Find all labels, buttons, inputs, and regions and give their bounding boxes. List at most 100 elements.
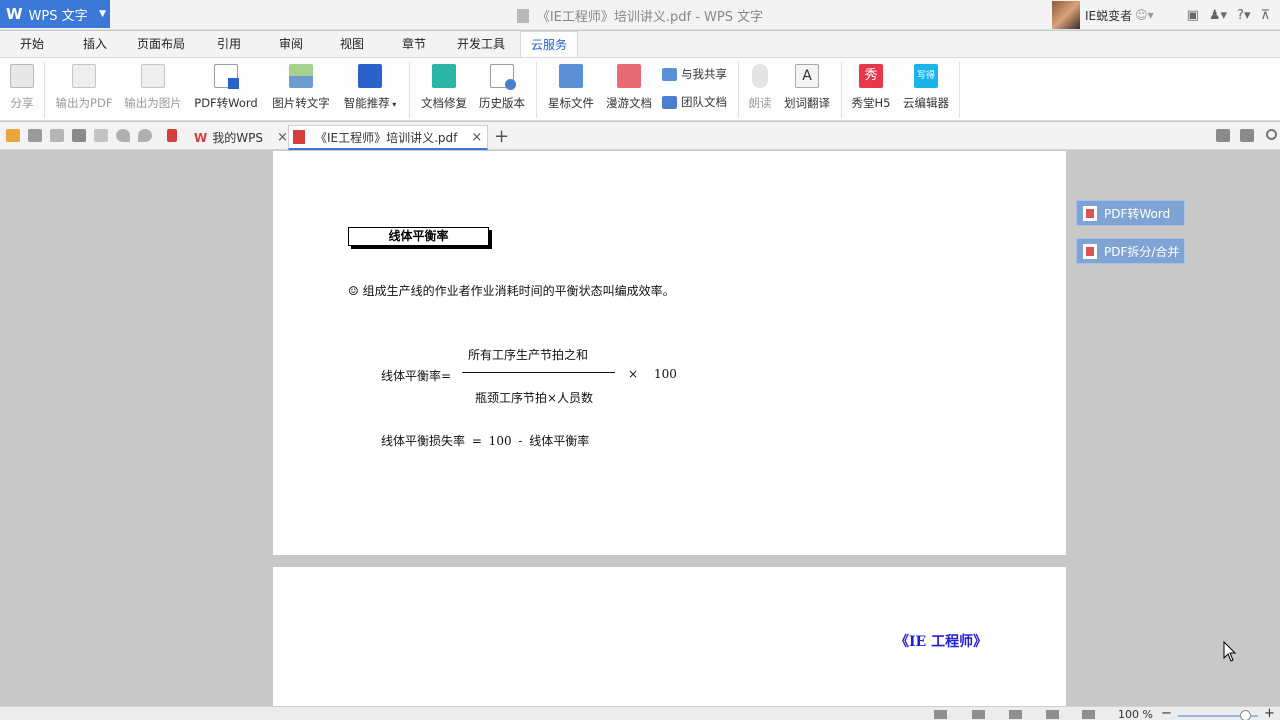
tab-developer[interactable]: 开发工具 — [457, 35, 505, 52]
close-icon[interactable]: × — [277, 130, 288, 145]
roaming-docs-label: 漫游文档 — [606, 96, 652, 110]
shared-with-me-label: 与我共享 — [681, 67, 727, 81]
user-name[interactable]: IE蜕变者 — [1085, 7, 1132, 24]
pdf-to-word-button[interactable]: PDF转Word — [192, 62, 260, 111]
image-to-text-button[interactable]: 图片转文字 — [270, 62, 332, 111]
tab-chapter[interactable]: 章节 — [402, 35, 426, 52]
zoom-slider-thumb[interactable] — [1240, 710, 1251, 720]
read-view-icon[interactable] — [972, 710, 985, 719]
tab-insert[interactable]: 插入 — [83, 35, 107, 52]
web-view-icon[interactable] — [1046, 710, 1059, 719]
export-pdf-icon — [72, 64, 96, 88]
tab-home[interactable]: 开始 — [20, 35, 44, 52]
starred-files-button[interactable]: 星标文件 — [546, 62, 596, 111]
share-label: 分享 — [10, 96, 34, 110]
share-icon — [10, 64, 34, 88]
export-icon[interactable] — [50, 129, 64, 142]
fraction-bar — [462, 372, 615, 373]
xiutang-h5-button[interactable]: 秀 秀堂H5 — [849, 62, 893, 111]
history-label: 历史版本 — [479, 96, 525, 110]
minimize-icon[interactable]: ⊼ — [1260, 8, 1270, 23]
shared-folder-icon — [662, 67, 677, 81]
shared-with-me-button[interactable]: 与我共享 — [662, 66, 727, 82]
doc-repair-label: 文档修复 — [421, 96, 467, 110]
customize-icon[interactable] — [167, 129, 177, 142]
tab-view[interactable]: 视图 — [340, 35, 364, 52]
image-to-text-icon — [289, 64, 313, 88]
tab-review[interactable]: 审阅 — [279, 35, 303, 52]
search-icon[interactable] — [1266, 129, 1277, 140]
new-tab-icon[interactable]: + — [494, 126, 509, 147]
status-bar: 100 % − + — [0, 706, 1280, 720]
xiutang-h5-label: 秀堂H5 — [851, 96, 891, 110]
pdf-split-merge-button[interactable]: PDF拆分/合并 — [1076, 238, 1185, 264]
skin-icon[interactable]: ▣ — [1187, 8, 1199, 23]
cloud-editor-label: 云编辑器 — [903, 96, 949, 110]
close-icon[interactable]: × — [471, 130, 482, 145]
divider — [738, 62, 739, 118]
definition-text: ☺ 组成生产线的作业者作业消耗时间的平衡状态叫编成效率。 — [348, 284, 675, 298]
user-account[interactable]: IE蜕变者 ☺▾ — [1052, 0, 1154, 30]
history-icon — [490, 64, 516, 90]
undo-icon[interactable] — [116, 129, 130, 142]
history-version-button[interactable]: 历史版本 — [477, 62, 527, 111]
download-icon[interactable] — [1240, 129, 1254, 142]
zoom-in-icon[interactable]: + — [1264, 706, 1275, 720]
sync-icon[interactable] — [1216, 129, 1230, 142]
team-docs-button[interactable]: 团队文档 — [662, 94, 727, 110]
tab-page-layout[interactable]: 页面布局 — [137, 35, 185, 52]
tab-references[interactable]: 引用 — [217, 35, 241, 52]
ribbon-badge-icon — [358, 64, 382, 88]
multiply-sign: × — [628, 367, 639, 381]
formula-numerator: 所有工序生产节拍之和 — [468, 348, 589, 362]
starred-files-label: 星标文件 — [548, 96, 594, 110]
ribbon: 分享 输出为PDF 输出为图片 PDF转Word 图片转文字 智能推荐 ▾ 文档… — [0, 57, 1280, 121]
menu-bar: 开始 插入 页面布局 引用 审阅 视图 章节 开发工具 云服务 — [0, 31, 1280, 58]
divider — [959, 62, 960, 118]
print-preview-icon[interactable] — [94, 129, 108, 142]
tab-document[interactable]: 《IE工程师》培训讲义.pdf × — [288, 125, 488, 150]
word-translate-button[interactable]: A 划词翻译 — [781, 62, 833, 111]
word-translate-label: 划词翻译 — [784, 96, 830, 110]
tab-my-wps-label: 我的WPS — [212, 131, 263, 145]
roaming-docs-button[interactable]: 漫游文档 — [604, 62, 654, 111]
microphone-icon — [752, 64, 768, 88]
eye-protect-icon[interactable] — [1082, 710, 1095, 719]
read-aloud-button[interactable]: 朗读 — [746, 62, 774, 111]
avatar[interactable] — [1052, 1, 1080, 29]
page-view-icon[interactable] — [934, 710, 947, 719]
title-bar: W WPS 文字 ▼ 《IE工程师》培训讲义.pdf - WPS 文字 IE蜕变… — [0, 0, 1280, 30]
user-status-icon[interactable]: ☺▾ — [1135, 8, 1154, 22]
doc-repair-button[interactable]: 文档修复 — [419, 62, 469, 111]
zoom-out-icon[interactable]: − — [1161, 706, 1172, 720]
document-tab-strip: W 我的WPS × 《IE工程师》培训讲义.pdf × + — [0, 122, 1280, 150]
print-icon[interactable] — [72, 129, 86, 142]
xiu-icon: 秀 — [859, 64, 883, 88]
smart-recommend-button[interactable]: 智能推荐 ▾ — [340, 62, 400, 111]
smart-recommend-label: 智能推荐 — [343, 96, 390, 110]
open-folder-icon[interactable] — [6, 129, 20, 142]
page-header: 《IE 工程师》 — [895, 634, 988, 650]
export-image-button[interactable]: 输出为图片 — [122, 62, 184, 111]
document-page: 《IE 工程师》 — [273, 567, 1066, 717]
outline-view-icon[interactable] — [1009, 710, 1022, 719]
formula-denominator: 瓶颈工序节拍×人员数 — [475, 391, 594, 405]
export-pdf-button[interactable]: 输出为PDF — [54, 62, 114, 111]
share-button[interactable]: 分享 — [8, 62, 36, 111]
pdf-to-word-side-button[interactable]: PDF转Word — [1076, 200, 1185, 226]
window-controls: ▣ ♟▾ ?▾ ⊼ — [1187, 0, 1280, 30]
formula-label: 线体平衡率= — [381, 369, 452, 383]
redo-icon[interactable] — [138, 129, 152, 142]
pdf-to-word-label: PDF转Word — [194, 96, 258, 110]
window-title-text: 《IE工程师》培训讲义.pdf - WPS 文字 — [536, 10, 764, 25]
pdf-to-word-side-label: PDF转Word — [1104, 206, 1171, 221]
cloud-folder-icon — [617, 64, 641, 88]
help-icon[interactable]: ?▾ — [1237, 8, 1250, 23]
cloud-editor-button[interactable]: 写得 云编辑器 — [900, 62, 952, 111]
save-icon[interactable] — [28, 129, 42, 142]
tab-cloud-service[interactable]: 云服务 — [520, 31, 579, 58]
shirt-icon[interactable]: ♟▾ — [1209, 8, 1227, 23]
tab-my-wps[interactable]: W 我的WPS × — [190, 125, 292, 150]
pdf-convert-icon — [1083, 205, 1097, 221]
document-workspace[interactable]: 线体平衡率 ☺ 组成生产线的作业者作业消耗时间的平衡状态叫编成效率。 线体平衡率… — [0, 151, 1280, 717]
